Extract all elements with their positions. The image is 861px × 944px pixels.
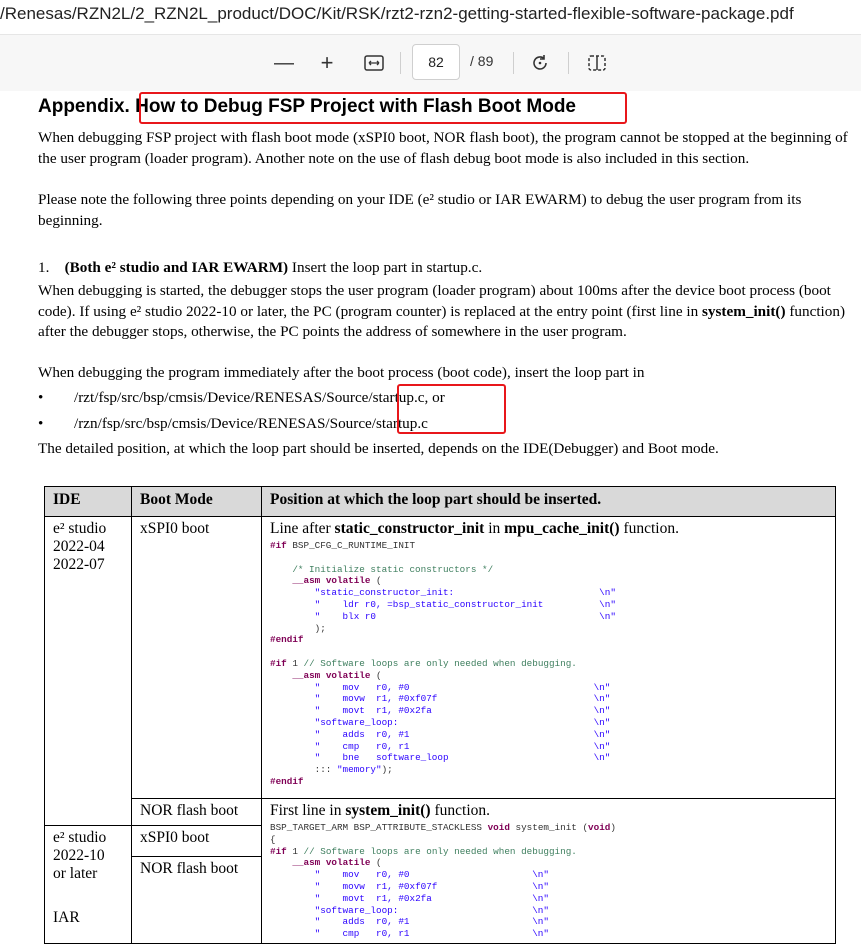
bullet-text: /rzn/fsp/src/bsp/cmsis/Device/RENESAS/So…: [74, 415, 428, 432]
position-cell: Line after static_constructor_init in mp…: [261, 516, 836, 799]
position-cell: First line in system_init() function. BS…: [261, 798, 836, 944]
position-note-paragraph: The detailed position, at which the loop…: [38, 440, 719, 457]
rotate-icon: [533, 55, 547, 70]
bullet-icon: •: [38, 415, 44, 432]
step-number: 1.: [38, 259, 50, 276]
ide-name: e² studio: [53, 520, 107, 537]
toolbar-divider: [400, 52, 401, 74]
page-total: / 89: [470, 53, 494, 69]
header-position: Position at which the loop part should b…: [261, 486, 836, 517]
ide-note-paragraph: Please note the following three points d…: [38, 191, 802, 229]
bullet-text: /rzt/fsp/src/bsp/cmsis/Device/RENESAS/So…: [74, 389, 445, 406]
window-title-bar: /Renesas/RZN2L/2_RZN2L_product/DOC/Kit/R…: [0, 0, 861, 30]
position-text: First line in system_init() function.: [270, 802, 491, 819]
fit-width-icon: [364, 55, 384, 71]
header-boot-mode: Boot Mode: [131, 486, 262, 517]
zoom-out-button[interactable]: —: [272, 49, 296, 77]
toolbar-divider: [568, 52, 569, 74]
highlight-box-title: [139, 92, 627, 124]
rotate-button[interactable]: [528, 49, 552, 77]
bullet-icon: •: [38, 389, 44, 406]
p3-function: system_init(): [702, 302, 786, 320]
heading-prefix: Appendix.: [38, 96, 130, 117]
boot-mode-cell: xSPI0 boot: [131, 516, 262, 799]
window-title: /Renesas/RZN2L/2_RZN2L_product/DOC/Kit/R…: [0, 4, 794, 23]
header-ide: IDE: [44, 486, 132, 517]
toolbar-divider: [513, 52, 514, 74]
table-row: NOR flash boot First line in system_init…: [45, 798, 836, 944]
step-text: Insert the loop part in startup.c.: [288, 259, 483, 276]
zoom-in-button[interactable]: +: [315, 49, 339, 77]
table-header-row: IDE Boot Mode Position at which the loop…: [44, 486, 836, 517]
two-page-view-button[interactable]: [585, 49, 609, 77]
boot-mode-cell: NOR flash boot: [131, 798, 262, 826]
loop-position-table: IDE Boot Mode Position at which the loop…: [44, 486, 836, 944]
insert-loop-paragraph: When debugging the program immediately a…: [38, 364, 645, 381]
boot-mode-cell: NOR flash boot: [131, 855, 262, 944]
intro-paragraph: When debugging FSP project with flash bo…: [38, 129, 848, 167]
fit-page-button[interactable]: [362, 49, 386, 77]
position-text: Line after static_constructor_init in mp…: [270, 520, 679, 537]
page-number-input[interactable]: 82: [412, 44, 460, 80]
highlight-box-startup: [397, 384, 506, 434]
ide-cell: e² studio 2022-10 or later IAR: [44, 825, 132, 944]
ide-name: e² studio: [53, 829, 107, 846]
pdf-page: Appendix. How to Debug FSP Project with …: [0, 91, 861, 944]
ide-version: 2022-07: [53, 556, 105, 573]
table-row: e² studio 2022-04 2022-07 xSPI0 boot Lin…: [44, 516, 836, 826]
step-scope: (Both e² studio and IAR EWARM): [64, 259, 289, 276]
code-snippet-system-init: BSP_TARGET_ARM BSP_ATTRIBUTE_STACKLESS v…: [270, 822, 616, 940]
code-snippet-mpu-cache-init: #if BSP_CFG_C_RUNTIME_INIT /* Initialize…: [270, 540, 616, 787]
ide-name: IAR: [53, 909, 80, 926]
ide-version: 2022-10: [53, 847, 105, 864]
debug-stop-paragraph: When debugging is started, the debugger …: [38, 281, 850, 343]
ide-cell: e² studio 2022-04 2022-07: [44, 516, 132, 826]
boot-mode-cell: xSPI0 boot: [131, 825, 262, 857]
ide-version: 2022-04: [53, 538, 105, 555]
two-page-icon: [588, 55, 606, 71]
step-1-heading: 1. (Both e² studio and IAR EWARM) Insert…: [38, 258, 850, 279]
pdf-toolbar: — + 82 / 89: [0, 34, 861, 92]
ide-version: or later: [53, 865, 98, 882]
